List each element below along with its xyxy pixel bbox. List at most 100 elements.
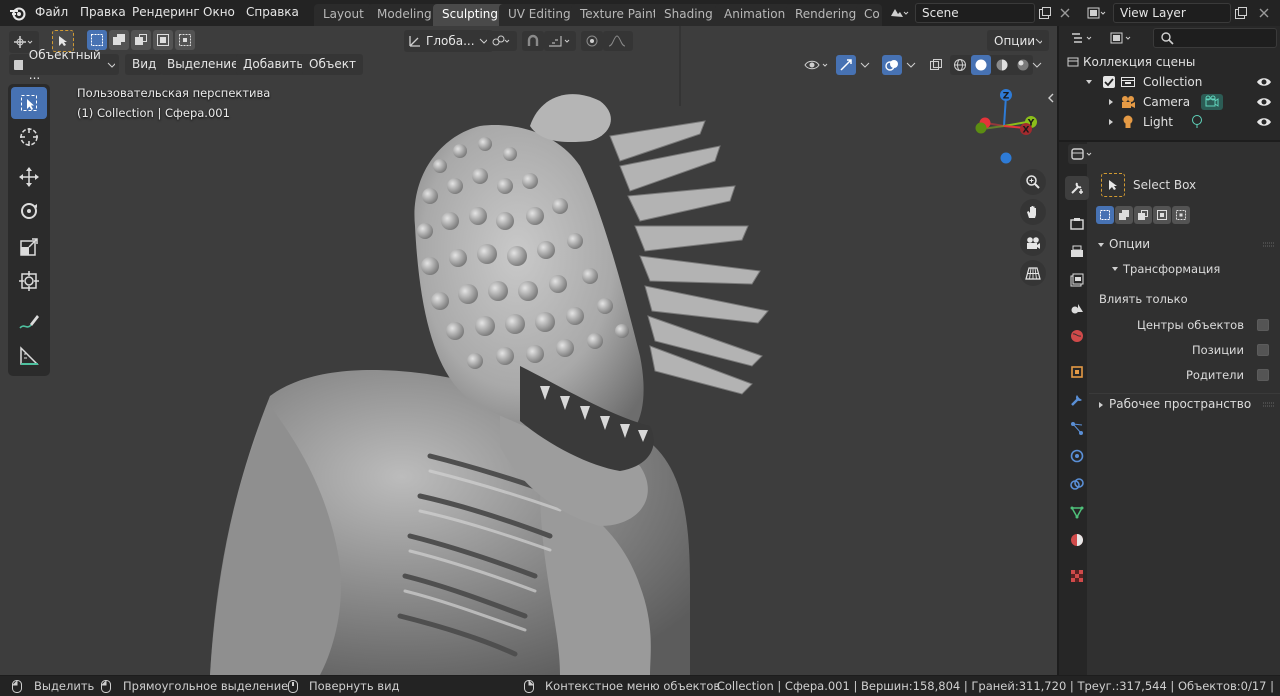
3d-viewport[interactable]: Глоба... Опции Объектный ... Вид Выделен… — [0, 26, 1057, 675]
camera-data-icon[interactable] — [1201, 94, 1223, 110]
transform-orientation-dropdown[interactable]: Глоба... — [404, 30, 493, 52]
workspace-section-header[interactable]: Рабочее пространство — [1089, 393, 1280, 415]
tab-animation[interactable]: Animation — [715, 4, 795, 26]
tab-render-icon[interactable] — [1065, 212, 1089, 236]
pan-hand-icon[interactable] — [1020, 199, 1046, 225]
transform-subsection-header[interactable]: Трансформация — [1089, 259, 1280, 279]
measure-tool-icon[interactable] — [11, 340, 47, 372]
tab-texture-icon[interactable] — [1065, 564, 1089, 588]
cursor-tool-icon[interactable] — [11, 121, 47, 153]
options-dropdown[interactable]: Опции — [987, 30, 1049, 51]
tab-rendering[interactable]: Rendering — [786, 4, 866, 26]
option-parents[interactable]: Родители — [1089, 365, 1280, 385]
properties-editor-type-icon[interactable] — [1068, 144, 1098, 164]
tab-physics-icon[interactable] — [1065, 444, 1089, 468]
pivot-point-icon[interactable] — [487, 31, 517, 51]
tab-modifiers-icon[interactable] — [1065, 388, 1089, 412]
select-invert-icon[interactable] — [1153, 206, 1171, 224]
new-scene-icon[interactable] — [1035, 3, 1055, 23]
tab-object-icon[interactable] — [1065, 360, 1089, 384]
display-mode-icon[interactable] — [1107, 28, 1137, 48]
visibility-eye-icon[interactable] — [801, 55, 833, 75]
tab-sculpting[interactable]: Sculpting — [433, 4, 508, 26]
tab-modeling[interactable]: Modeling — [368, 4, 441, 26]
material-shading-icon[interactable] — [992, 55, 1012, 75]
tab-data-icon[interactable] — [1065, 500, 1089, 524]
new-view-layer-icon[interactable] — [1231, 3, 1251, 23]
select-intersect-icon[interactable] — [175, 30, 195, 50]
tab-material-icon[interactable] — [1065, 528, 1089, 552]
parents-checkbox[interactable] — [1257, 369, 1269, 381]
snap-target-icon[interactable] — [544, 31, 576, 51]
transform-tool-icon[interactable] — [11, 265, 47, 297]
scene-selector-icon[interactable] — [887, 3, 911, 23]
option-locations[interactable]: Позиции — [1089, 340, 1280, 360]
tab-compositing[interactable]: Co — [856, 4, 882, 26]
camera-view-icon[interactable] — [1020, 230, 1046, 256]
proportional-edit-icon[interactable] — [581, 31, 603, 51]
tab-output-icon[interactable] — [1065, 240, 1089, 264]
perspective-grid-icon[interactable] — [1020, 260, 1046, 286]
view-layer-selector-icon[interactable] — [1083, 3, 1111, 23]
select-extend-icon[interactable] — [1115, 206, 1133, 224]
select-box-tool-icon[interactable] — [11, 87, 47, 119]
select-subtract-icon[interactable] — [1134, 206, 1152, 224]
outliner-item-camera[interactable]: Camera — [1059, 92, 1280, 112]
select-intersect-icon[interactable] — [1172, 206, 1190, 224]
menu-window[interactable]: Окно — [195, 0, 243, 26]
zoom-icon[interactable] — [1020, 169, 1046, 195]
tab-layout[interactable]: Layout — [314, 4, 373, 26]
select-subtract-icon[interactable] — [131, 30, 151, 50]
overlays-toggle-icon[interactable] — [882, 55, 902, 75]
snap-magnet-icon[interactable] — [522, 31, 544, 51]
xray-toggle-icon[interactable] — [926, 55, 946, 75]
tab-shading[interactable]: Shading — [655, 4, 722, 26]
solid-shading-icon[interactable] — [971, 55, 991, 75]
blender-logo-icon[interactable] — [9, 5, 27, 21]
close-scene-icon[interactable] — [1055, 3, 1075, 23]
falloff-curve-icon[interactable] — [603, 31, 633, 51]
gizmo-toggle-icon[interactable] — [836, 55, 856, 75]
overlays-dropdown-icon[interactable] — [903, 55, 919, 75]
tab-texture-paint[interactable]: Texture Paint — [571, 4, 667, 26]
tab-world-icon[interactable] — [1065, 324, 1089, 348]
locations-checkbox[interactable] — [1257, 344, 1269, 356]
sidebar-collapse-icon[interactable] — [1046, 92, 1056, 104]
tab-particles-icon[interactable] — [1065, 416, 1089, 440]
navigation-gizmo[interactable]: Z Y X — [970, 86, 1042, 166]
select-extend-icon[interactable] — [109, 30, 129, 50]
tab-constraints-icon[interactable] — [1065, 472, 1089, 496]
menu-object[interactable]: Объект — [302, 54, 363, 75]
move-tool-icon[interactable] — [11, 161, 47, 193]
tab-tool-icon[interactable] — [1065, 176, 1089, 200]
wireframe-shading-icon[interactable] — [950, 55, 970, 75]
outliner-editor-type-icon[interactable] — [1068, 28, 1098, 48]
gizmo-dropdown-icon[interactable] — [857, 55, 873, 75]
outliner-item-light[interactable]: Light — [1059, 112, 1280, 132]
tab-uv-editing[interactable]: UV Editing — [499, 4, 580, 26]
close-view-layer-icon[interactable] — [1254, 3, 1274, 23]
menu-file[interactable]: Файл — [27, 0, 76, 26]
select-new-icon[interactable] — [1096, 206, 1114, 224]
option-object-origins[interactable]: Центры объектов — [1089, 315, 1280, 335]
tab-view-layer-icon[interactable] — [1065, 268, 1089, 292]
scene-name-field[interactable]: Scene — [915, 3, 1035, 23]
view-layer-name-field[interactable]: View Layer — [1113, 3, 1231, 23]
options-section-header[interactable]: Опции — [1089, 234, 1280, 256]
rotate-tool-icon[interactable] — [11, 195, 47, 227]
object-origins-checkbox[interactable] — [1257, 319, 1269, 331]
object-mode-dropdown[interactable]: Объектный ... — [9, 48, 119, 82]
outliner-search-input[interactable] — [1153, 28, 1277, 48]
outliner-item-collection[interactable]: Collection — [1059, 72, 1280, 92]
menu-help[interactable]: Справка — [238, 0, 307, 26]
menu-add[interactable]: Добавить — [236, 54, 311, 75]
menu-view[interactable]: Вид — [125, 54, 164, 75]
scene-collection-row[interactable]: Коллекция сцены — [1059, 52, 1280, 72]
scale-tool-icon[interactable] — [11, 231, 47, 263]
select-invert-icon[interactable] — [153, 30, 173, 50]
annotate-tool-icon[interactable] — [11, 306, 47, 338]
menu-select[interactable]: Выделение — [160, 54, 246, 75]
shading-dropdown-icon[interactable] — [1029, 55, 1045, 75]
collection-checkbox[interactable] — [1103, 76, 1115, 88]
tab-scene-icon[interactable] — [1065, 296, 1089, 320]
